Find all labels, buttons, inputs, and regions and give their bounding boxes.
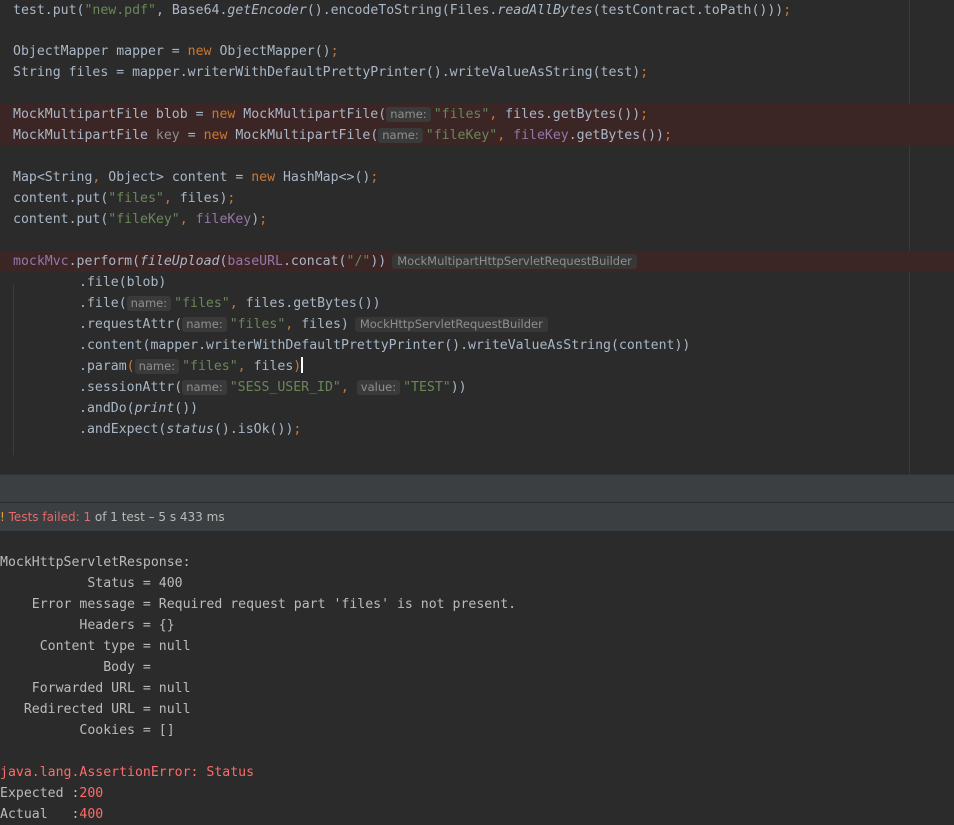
actual-line: Actual :400 [0, 807, 104, 822]
code-line-9[interactable]: Map<String, Object> content = new HashMa… [0, 167, 954, 188]
run-tool-strip [0, 475, 954, 502]
code-line-20[interactable]: .andDo(print()) [0, 398, 954, 419]
text-caret [301, 357, 304, 373]
console-line: Forwarded URL = null [0, 681, 191, 696]
code-line-11[interactable]: content.put("fileKey", fileKey); [0, 209, 954, 230]
parameter-hint: value: [356, 380, 401, 395]
parameter-hint: name: [378, 128, 423, 143]
code-line-1[interactable]: test.put("new.pdf", Base64.getEncoder().… [0, 0, 954, 21]
tests-summary: of 1 test – 5 s 433 ms [91, 510, 225, 524]
parameter-hint: name: [126, 296, 172, 311]
console-line: MockHttpServletResponse: [0, 555, 191, 570]
code-line-10[interactable]: content.put("files", files); [0, 188, 954, 209]
code-line-6-error[interactable]: MockMultipartFile blob = new MockMultipa… [0, 104, 954, 125]
parameter-hint: name: [182, 317, 227, 332]
console-line: Body = [0, 660, 159, 675]
actual-value: 400 [79, 807, 104, 822]
code-editor[interactable]: test.put("new.pdf", Base64.getEncoder().… [0, 0, 954, 474]
type-hint: MockHttpServletRequestBuilder [354, 317, 548, 332]
test-failed-icon: ! [0, 510, 5, 524]
code-line-17[interactable]: .content(mapper.writerWithDefaultPrettyP… [0, 335, 954, 356]
code-line-3[interactable]: ObjectMapper mapper = new ObjectMapper()… [0, 41, 954, 62]
console-line: Headers = {} [0, 618, 175, 633]
tests-failed-label: Tests failed: 1 [8, 510, 92, 524]
code-line-14[interactable]: .file(blob) [0, 272, 954, 293]
parameter-hint: name: [134, 359, 180, 374]
code-line-16[interactable]: .requestAttr(name: "files", files) MockHtt… [0, 314, 954, 335]
console-output[interactable]: MockHttpServletResponse: Status = 400 Er… [0, 531, 954, 825]
test-status-bar: ! Tests failed: 1 of 1 test – 5 s 433 ms [0, 502, 954, 531]
code-line-13-error[interactable]: mockMvc.perform(fileUpload(baseURL.conca… [0, 251, 954, 272]
code-line-18-current[interactable]: .param(name: "files", files) [0, 356, 954, 377]
code-line-19[interactable]: .sessionAttr(name: "SESS_USER_ID", value:… [0, 377, 954, 398]
code-line-4[interactable]: String files = mapper.writerWithDefaultP… [0, 62, 954, 83]
parameter-hint: name: [386, 107, 431, 122]
console-line: Status = 400 [0, 576, 183, 591]
console-line: Error message = Required request part 'f… [0, 597, 517, 612]
console-line: Redirected URL = null [0, 702, 191, 717]
code-line-21[interactable]: .andExpect(status().isOk()); [0, 419, 954, 440]
code-line-7-error[interactable]: MockMultipartFile key = new MockMultipar… [0, 125, 954, 146]
expected-value: 200 [79, 786, 104, 801]
code-line-15[interactable]: .file(name: "files", files.getBytes()) [0, 293, 954, 314]
console-line: Cookies = [] [0, 723, 175, 738]
parameter-hint: name: [182, 380, 227, 395]
console-line: Content type = null [0, 639, 191, 654]
expected-line: Expected :200 [0, 786, 104, 801]
assertion-error-line: java.lang.AssertionError: Status [0, 765, 255, 780]
type-hint: MockMultipartHttpServletRequestBuilder [392, 254, 637, 269]
